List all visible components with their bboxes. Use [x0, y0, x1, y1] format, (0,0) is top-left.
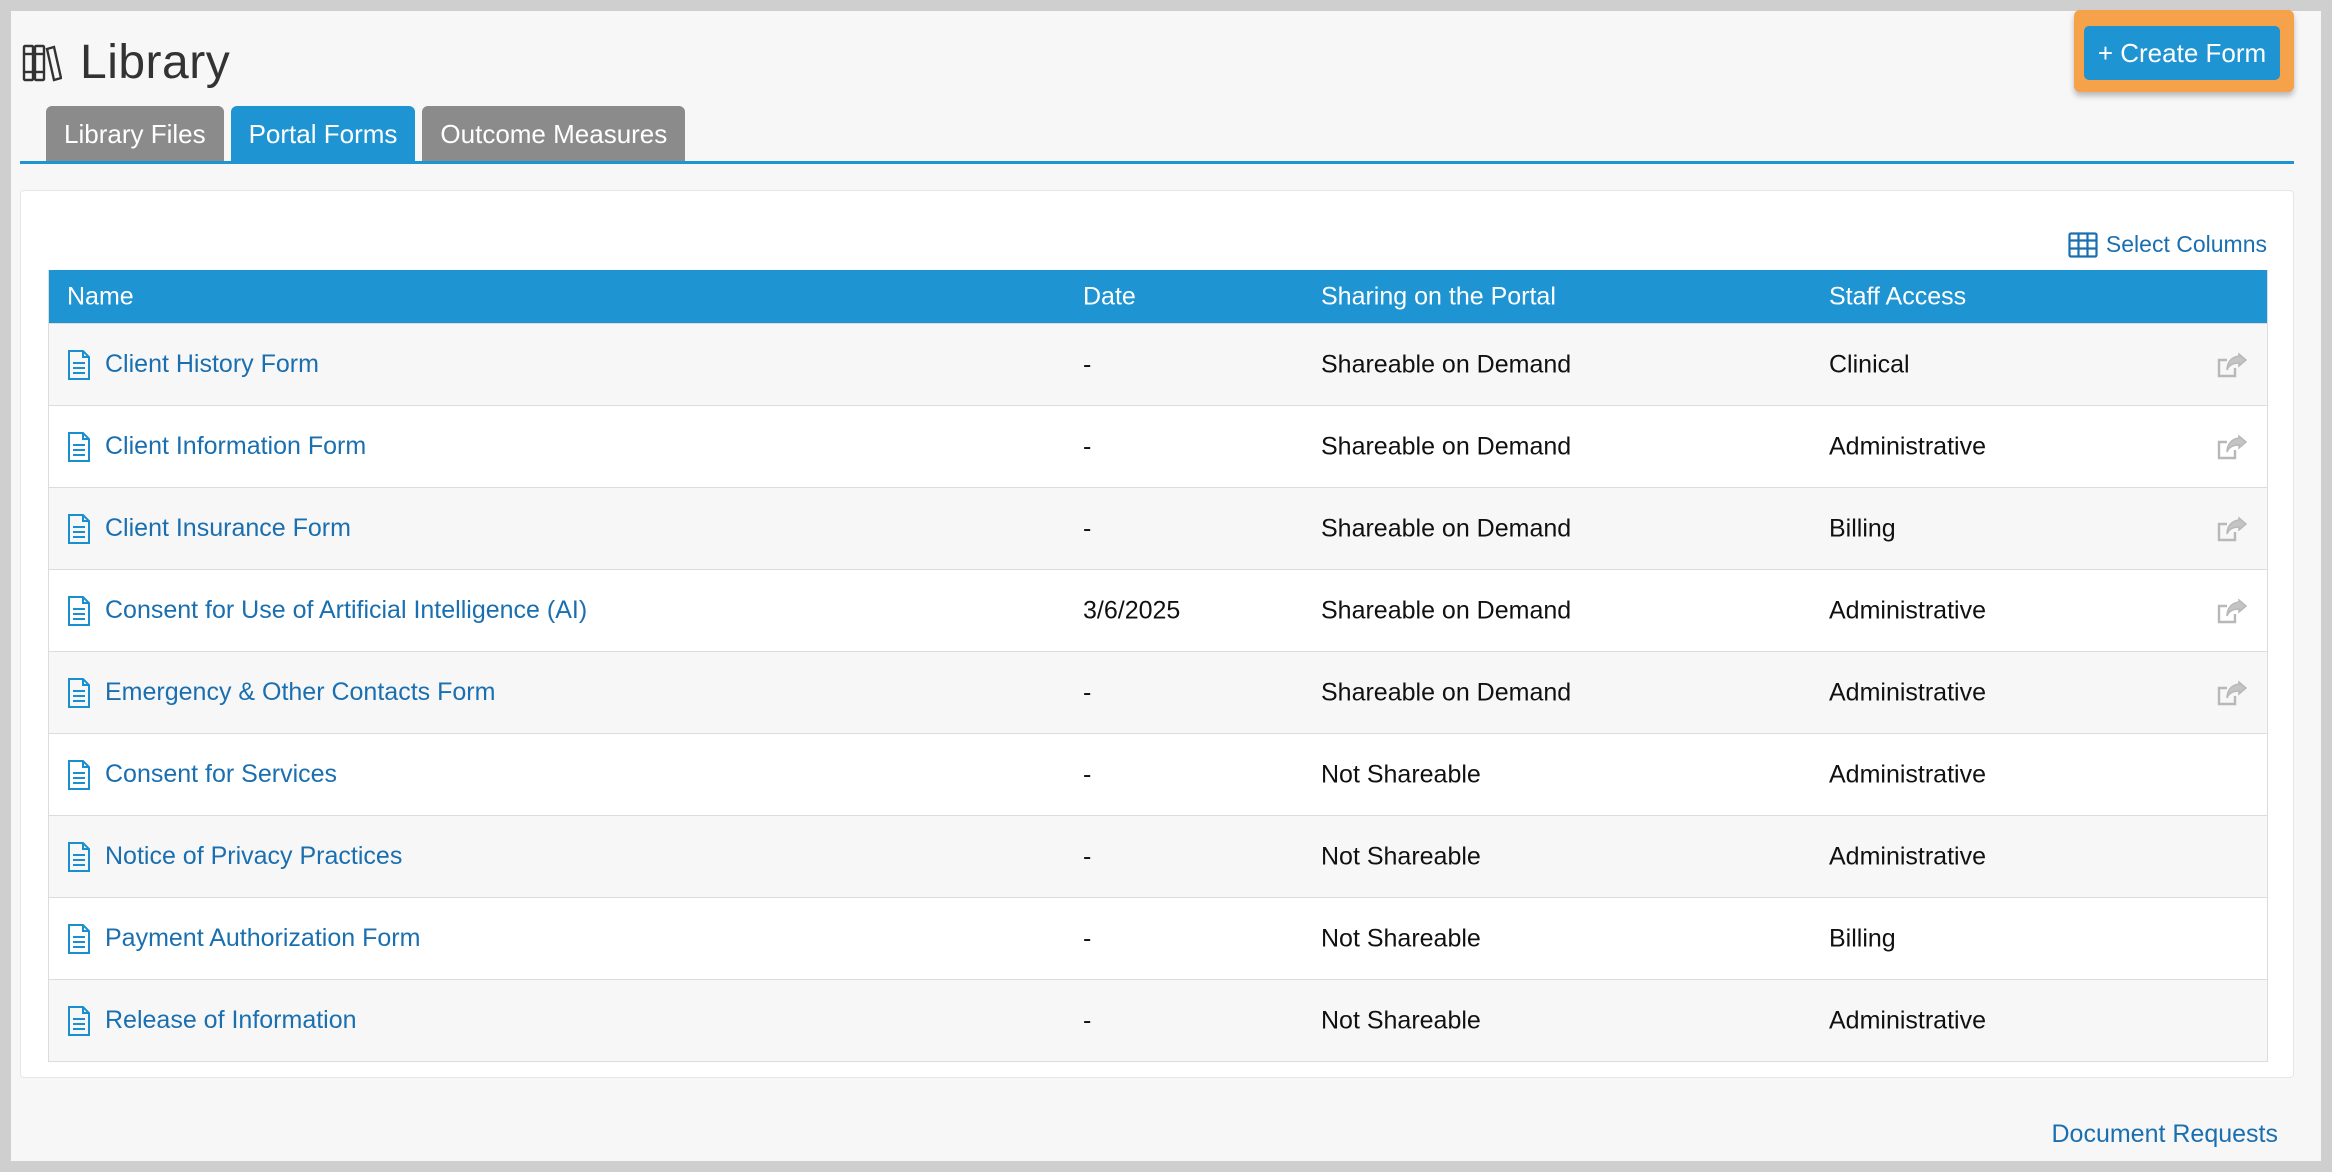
form-date-cell: - — [1083, 760, 1092, 788]
tab-outcome-measures[interactable]: Outcome Measures — [422, 106, 686, 162]
form-name-cell: Client History Form — [67, 349, 319, 380]
table-row: Consent for Services - Not Shareable Admini… — [49, 733, 2267, 815]
select-columns-button[interactable]: Select Columns — [2068, 231, 2267, 258]
create-form-button[interactable]: + Create Form — [2084, 26, 2280, 80]
document-icon — [68, 431, 90, 462]
document-icon — [68, 349, 90, 380]
table-grid-icon — [2068, 231, 2098, 258]
form-name-link[interactable]: Consent for Services — [105, 760, 337, 789]
form-name-link[interactable]: Client Insurance Form — [105, 514, 351, 543]
form-staff-access-cell: Billing — [1829, 924, 1896, 952]
form-name-link[interactable]: Release of Information — [105, 1006, 357, 1035]
form-sharing-cell: Shareable on Demand — [1321, 350, 1572, 378]
form-staff-access-cell: Administrative — [1829, 760, 1986, 788]
table-row: Release of Information - Not Shareable Admi… — [49, 979, 2267, 1061]
share-action-cell[interactable] — [2217, 433, 2247, 460]
form-sharing-cell: Shareable on Demand — [1321, 514, 1572, 542]
table-row: Client History Form - Shareable on Demand C… — [49, 323, 2267, 405]
page-title: Library — [22, 32, 230, 92]
document-requests-link[interactable]: Document Requests — [2051, 1120, 2278, 1149]
form-sharing-cell: Shareable on Demand — [1321, 678, 1572, 706]
form-name-cell: Consent for Use of Artificial Intelligen… — [67, 595, 587, 626]
form-date-cell: - — [1083, 1006, 1092, 1034]
form-name-link[interactable]: Emergency & Other Contacts Form — [105, 678, 495, 707]
select-columns-label: Select Columns — [2105, 231, 2267, 257]
document-icon — [68, 513, 90, 544]
share-action-cell[interactable] — [2217, 679, 2247, 706]
form-name-cell: Notice of Privacy Practices — [67, 841, 402, 872]
column-header-date[interactable]: Date — [1083, 282, 1136, 311]
share-icon[interactable] — [2217, 597, 2247, 624]
document-icon — [68, 759, 90, 790]
share-action-cell[interactable] — [2217, 351, 2247, 378]
document-icon — [68, 1005, 90, 1036]
table-row: Emergency & Other Contacts Form - Shareabl… — [49, 651, 2267, 733]
form-name-link[interactable]: Payment Authorization Form — [105, 924, 420, 953]
tab-library-files[interactable]: Library Files — [46, 106, 224, 162]
form-sharing-cell: Not Shareable — [1321, 924, 1481, 952]
table-body: Client History Form - Shareable on Demand C… — [49, 323, 2267, 1061]
form-staff-access-cell: Administrative — [1829, 678, 1986, 706]
form-name-link[interactable]: Consent for Use of Artificial Intelligen… — [105, 596, 587, 625]
share-icon[interactable] — [2217, 351, 2247, 378]
create-form-highlight: + Create Form — [2074, 10, 2294, 92]
form-sharing-cell: Not Shareable — [1321, 1006, 1481, 1034]
tab-portal-forms[interactable]: Portal Forms — [230, 106, 416, 162]
form-sharing-cell: Shareable on Demand — [1321, 596, 1572, 624]
share-icon[interactable] — [2217, 515, 2247, 542]
form-staff-access-cell: Administrative — [1829, 596, 1986, 624]
forms-table: Name Date Sharing on the Portal Staff Ac… — [48, 270, 2268, 1062]
form-staff-access-cell: Billing — [1829, 514, 1896, 542]
form-staff-access-cell: Administrative — [1829, 842, 1986, 870]
document-icon — [68, 595, 90, 626]
form-name-cell: Release of Information — [67, 1005, 357, 1036]
form-name-link[interactable]: Notice of Privacy Practices — [105, 842, 402, 871]
column-header-name[interactable]: Name — [67, 282, 134, 311]
form-date-cell: - — [1083, 842, 1092, 870]
form-name-link[interactable]: Client History Form — [105, 350, 319, 379]
table-row: Payment Authorization Form - Not Shareable… — [49, 897, 2267, 979]
form-date-cell: 3/6/2025 — [1083, 596, 1181, 624]
page-title-text: Library — [80, 35, 231, 89]
form-name-cell: Client Insurance Form — [67, 513, 351, 544]
table-row: Consent for Use of Artificial Intelligen… — [49, 569, 2267, 651]
form-date-cell: - — [1083, 432, 1092, 460]
form-sharing-cell: Not Shareable — [1321, 760, 1481, 788]
column-header-staff-access[interactable]: Staff Access — [1829, 282, 1966, 311]
share-action-cell[interactable] — [2217, 515, 2247, 542]
document-icon — [68, 923, 90, 954]
form-name-link[interactable]: Client Information Form — [105, 432, 366, 461]
document-icon — [68, 677, 90, 708]
form-name-cell: Consent for Services — [67, 759, 337, 790]
form-name-cell: Payment Authorization Form — [67, 923, 420, 954]
form-date-cell: - — [1083, 924, 1092, 952]
form-date-cell: - — [1083, 678, 1092, 706]
form-staff-access-cell: Administrative — [1829, 432, 1986, 460]
form-date-cell: - — [1083, 350, 1092, 378]
form-staff-access-cell: Administrative — [1829, 1006, 1986, 1034]
column-header-sharing[interactable]: Sharing on the Portal — [1321, 282, 1556, 311]
tab-underline — [20, 161, 2294, 164]
form-name-cell: Client Information Form — [67, 431, 366, 462]
forms-panel: Select Columns Name Date Sharing on the … — [20, 190, 2294, 1078]
books-icon — [22, 44, 62, 82]
share-icon[interactable] — [2217, 433, 2247, 460]
tab-bar: Library Files Portal Forms Outcome Measure… — [46, 106, 686, 162]
table-row: Client Insurance Form - Shareable on Deman… — [49, 487, 2267, 569]
table-header: Name Date Sharing on the Portal Staff Ac… — [49, 270, 2267, 323]
form-date-cell: - — [1083, 514, 1092, 542]
table-row: Notice of Privacy Practices - Not Shareabl… — [49, 815, 2267, 897]
form-sharing-cell: Not Shareable — [1321, 842, 1481, 870]
form-name-cell: Emergency & Other Contacts Form — [67, 677, 495, 708]
form-sharing-cell: Shareable on Demand — [1321, 432, 1572, 460]
document-icon — [68, 841, 90, 872]
table-row: Client Information Form - Shareable on Dem… — [49, 405, 2267, 487]
form-staff-access-cell: Clinical — [1829, 350, 1910, 378]
share-icon[interactable] — [2217, 679, 2247, 706]
share-action-cell[interactable] — [2217, 597, 2247, 624]
